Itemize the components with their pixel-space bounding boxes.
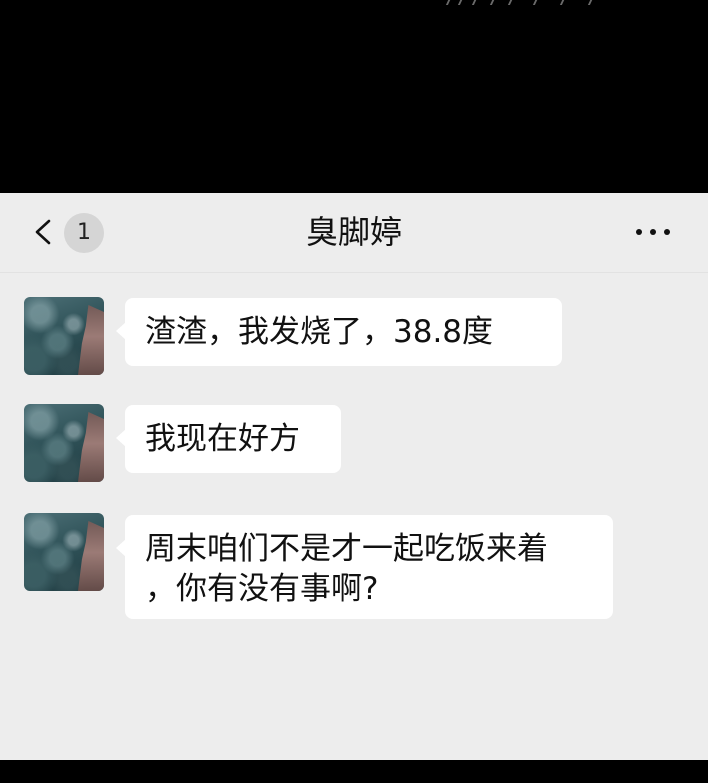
- message-text: ，你有没有事啊?: [145, 571, 379, 607]
- more-options-button[interactable]: [628, 219, 678, 245]
- message-text: 我现在好方: [145, 421, 300, 457]
- avatar[interactable]: [24, 297, 104, 375]
- chat-header: 1 臭脚婷: [0, 193, 708, 273]
- message-bubble[interactable]: 周末咱们不是才一起吃饭来着 ，你有没有事啊?: [116, 515, 613, 619]
- message-text: 渣渣，我发烧了，38.8度: [145, 314, 494, 350]
- top-artifact: [440, 0, 610, 6]
- message-bubble[interactable]: 我现在好方: [116, 405, 341, 473]
- chat-window: 1 臭脚婷 渣渣，我发烧了，38.8度 我现在好方 周末咱们不是才一起吃饭来着 …: [0, 193, 708, 760]
- avatar[interactable]: [24, 513, 104, 591]
- screenshot: 1 臭脚婷 渣渣，我发烧了，38.8度 我现在好方 周末咱们不是才一起吃饭来着 …: [0, 0, 708, 783]
- bottom-letterbox: [0, 760, 708, 783]
- contact-name: 臭脚婷: [305, 213, 402, 251]
- message-text: 周末咱们不是才一起吃饭来着: [145, 531, 548, 567]
- message-bubble[interactable]: 渣渣，我发烧了，38.8度: [116, 298, 562, 366]
- top-letterbox: [0, 0, 708, 193]
- avatar[interactable]: [24, 404, 104, 482]
